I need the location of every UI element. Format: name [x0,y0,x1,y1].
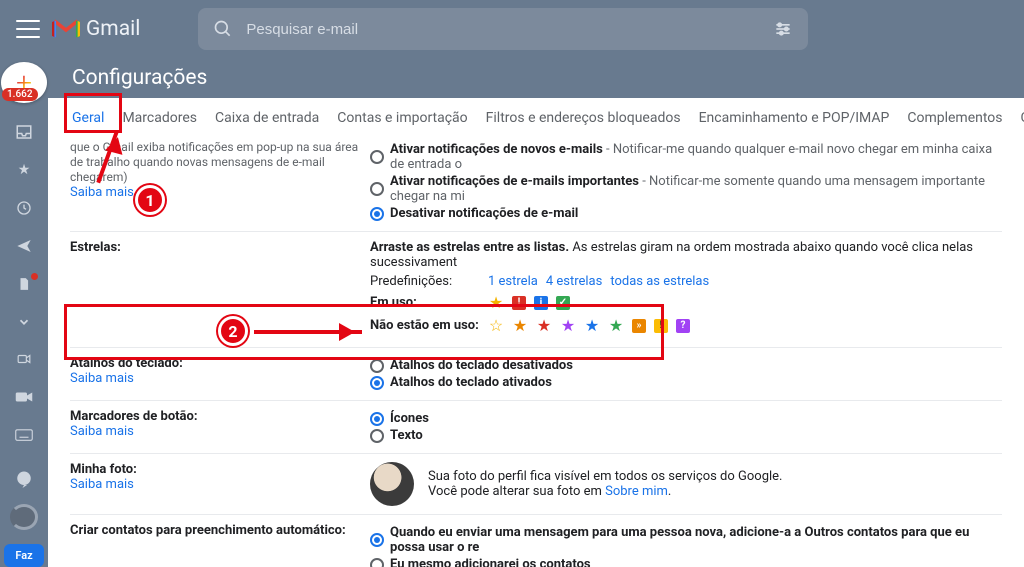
search-options-icon[interactable] [772,18,794,40]
star-yellow2-icon[interactable]: ☆ [488,316,504,335]
settings-content: Geral Marcadores Caixa de entrada Contas… [48,98,1024,567]
search-container [198,8,808,50]
radio-icon [370,533,384,547]
row-auto-contacts: Criar contatos para preenchimento automá… [70,514,1002,567]
app-header: Gmail [0,0,1024,58]
meet-icon[interactable] [14,350,34,368]
hangouts-icon[interactable] [14,470,34,488]
preset-all-link[interactable]: todas as estrelas [610,274,709,289]
chevron-down-icon[interactable] [14,313,34,331]
button-markers-learn-link[interactable]: Saiba mais [70,424,134,439]
auto-contacts-label: Criar contatos para preenchimento automá… [70,523,346,538]
settings-tabs: Geral Marcadores Caixa de entrada Contas… [48,98,1024,132]
markers-opt-text[interactable]: Texto [370,428,1002,443]
tab-encaminhamento[interactable]: Encaminhamento e POP/IMAP [697,108,892,128]
search-icon[interactable] [212,18,234,40]
tab-filtros[interactable]: Filtros e endereços bloqueados [484,108,683,128]
profile-photo[interactable] [370,462,414,506]
radio-icon [370,376,384,390]
row-stars: Estrelas: Arraste as estrelas entre as l… [70,231,1002,347]
row-keyboard-shortcuts: Atalhos do teclado: Saiba mais Atalhos d… [70,347,1002,400]
tab-contas[interactable]: Contas e importação [335,108,469,128]
star-icon[interactable]: ★ [14,161,34,179]
preset-4-link[interactable]: 4 estrelas [546,274,603,289]
square-purple-question-icon[interactable]: ? [676,319,690,333]
sent-icon[interactable] [14,237,34,255]
gmail-logo[interactable]: Gmail [52,17,140,41]
user-avatar-small[interactable] [10,504,38,530]
radio-icon [370,182,384,196]
left-rail: + 1.662 ★ Faz [0,58,48,567]
keyboard-icon[interactable] [14,426,34,444]
radio-icon [370,412,384,426]
stars-drag-bold: Arraste as estrelas entre as listas. [370,240,569,255]
drafts-icon[interactable] [14,275,34,293]
shortcuts-opt-off[interactable]: Atalhos do teclado desativados [370,358,1002,373]
button-markers-label: Marcadores de botão: [70,409,198,424]
annotation-step-1: 1 [135,185,165,215]
notif-opt-important[interactable]: Ativar notificações de e-mails important… [370,174,1002,204]
annotation-arrow-2 [254,330,362,334]
tab-chat-meet[interactable]: Chat e Meet [1019,108,1024,128]
app-name: Gmail [86,17,140,41]
tab-geral[interactable]: Geral [70,108,106,128]
preset-1-link[interactable]: 1 estrela [488,274,538,289]
shortcuts-label: Atalhos do teclado: [70,356,183,371]
inbox-icon[interactable] [14,123,34,141]
notif-learn-link[interactable]: Saiba mais [70,185,134,200]
square-green-check-icon[interactable]: ✓ [556,296,570,310]
stars-presets-label: Predefinições: [370,274,480,289]
square-blue-info-icon[interactable]: i [534,296,548,310]
row-my-photo: Minha foto: Saiba mais Sua foto do perfi… [70,453,1002,514]
photo-desc1: Sua foto do perfil fica visível em todos… [428,469,782,484]
search-input[interactable] [246,21,760,38]
radio-icon [370,150,384,164]
radio-icon [370,207,384,221]
star-green-icon[interactable]: ★ [608,316,624,335]
markers-opt-icons[interactable]: Ícones [370,411,1002,426]
shortcuts-learn-link[interactable]: Saiba mais [70,371,134,386]
annotation-step-2: 2 [218,316,248,346]
radio-icon [370,558,384,567]
tab-caixa-entrada[interactable]: Caixa de entrada [213,108,321,128]
stars-label: Estrelas: [70,240,121,255]
radio-icon [370,359,384,373]
inbox-count-badge: 1.662 [2,88,38,101]
star-red-icon[interactable]: ★ [536,316,552,335]
clock-icon[interactable] [14,199,34,217]
photo-label: Minha foto: [70,462,137,477]
search-bar[interactable] [198,8,808,50]
shortcuts-opt-on[interactable]: Atalhos do teclado ativados [370,375,1002,390]
settings-body: que o Gmail exiba notificações em pop-up… [48,132,1024,567]
gmail-m-icon [52,18,80,40]
photo-learn-link[interactable]: Saiba mais [70,477,134,492]
notif-opt-new[interactable]: Ativar notificações de novos e-mails - N… [370,142,1002,172]
photo-desc2: Você pode alterar sua foto em [428,484,605,499]
tab-complementos[interactable]: Complementos [905,108,1004,128]
stars-notused-label: Não estão em uso: [370,318,480,333]
bottom-pill[interactable]: Faz [4,544,44,567]
about-me-link[interactable]: Sobre mim [605,484,668,499]
square-orange-arrows-icon[interactable]: » [632,319,646,333]
square-red-exclaim-icon[interactable]: ! [512,296,526,310]
star-orange-icon[interactable]: ★ [512,316,528,335]
square-yellow-exclaim-icon[interactable]: ! [654,319,668,333]
star-blue-icon[interactable]: ★ [584,316,600,335]
auto-contacts-opt2[interactable]: Eu mesmo adicionarei os contatos [370,557,1002,567]
stars-inuse-label: Em uso: [370,295,480,310]
star-purple-icon[interactable]: ★ [560,316,576,335]
row-notifications: que o Gmail exiba notificações em pop-up… [70,132,1002,231]
hamburger-menu-icon[interactable] [16,17,40,41]
tab-marcadores[interactable]: Marcadores [120,108,199,128]
notif-opt-off[interactable]: Desativar notificações de e-mail [370,206,1002,221]
auto-contacts-opt1[interactable]: Quando eu enviar uma mensagem para uma p… [370,525,1002,555]
video-icon[interactable] [14,388,34,406]
star-yellow-icon[interactable]: ★ [488,293,504,312]
radio-icon [370,429,384,443]
row-button-markers: Marcadores de botão: Saiba mais Ícones T… [70,400,1002,453]
